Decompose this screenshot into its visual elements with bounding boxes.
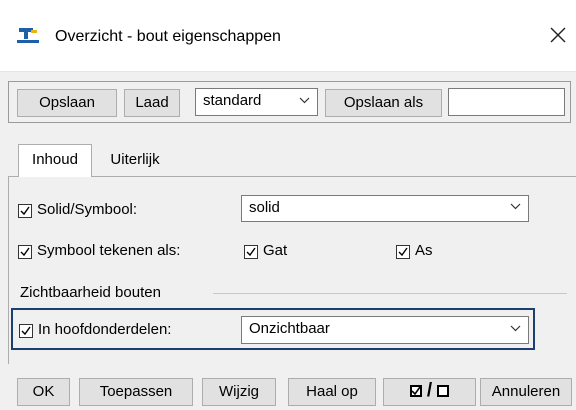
close-icon[interactable] — [546, 20, 572, 50]
tab-uiterlijk[interactable]: Uiterlijk — [94, 144, 176, 174]
save-as-button[interactable]: Opslaan als — [325, 89, 442, 117]
unchecked-box-icon — [437, 385, 450, 397]
get-button[interactable]: Haal op — [288, 378, 376, 406]
save-as-name-input[interactable] — [448, 88, 565, 116]
title-bar: Overzicht - bout eigenschappen — [0, 0, 576, 72]
preset-value: standard — [203, 92, 262, 109]
save-button[interactable]: Opslaan — [17, 89, 117, 117]
ok-button[interactable]: OK — [17, 378, 70, 406]
apply-button[interactable]: Toepassen — [79, 378, 193, 406]
symbool-tekenen-checkbox[interactable] — [18, 245, 32, 259]
solid-symbool-dropdown[interactable]: solid — [241, 195, 529, 222]
app-bolt-icon — [17, 27, 39, 45]
gat-label: Gat — [263, 242, 288, 259]
chevron-down-icon — [299, 91, 310, 108]
preset-dropdown[interactable]: standard — [195, 88, 318, 116]
toggle-all-checkboxes-button[interactable]: / — [383, 378, 476, 406]
hoofdonderdelen-label: In hoofdonderdelen: — [38, 321, 172, 338]
chevron-down-icon — [510, 319, 521, 336]
as-label: As — [415, 242, 433, 259]
solid-symbool-label: Solid/Symbool: — [37, 201, 138, 218]
as-checkbox[interactable] — [396, 245, 410, 259]
load-button[interactable]: Laad — [124, 89, 180, 117]
group-title: Zichtbaarheid bouten — [20, 284, 161, 301]
hoofdonderdelen-checkbox[interactable] — [19, 324, 33, 338]
checked-box-icon — [409, 385, 422, 397]
solid-symbool-checkbox[interactable] — [18, 204, 32, 218]
tab-inhoud[interactable]: Inhoud — [18, 144, 92, 177]
symbool-tekenen-label: Symbool tekenen als: — [37, 242, 181, 259]
hoofdonderdelen-dropdown[interactable]: Onzichtbaar — [241, 316, 529, 344]
cancel-button[interactable]: Annuleren — [480, 378, 572, 406]
window-title: Overzicht - bout eigenschappen — [55, 28, 281, 45]
gat-checkbox[interactable] — [244, 245, 258, 259]
chevron-down-icon — [510, 197, 521, 214]
toggle-separator: / — [426, 380, 433, 401]
group-divider — [213, 293, 567, 294]
hoofdonderdelen-value: Onzichtbaar — [249, 320, 330, 337]
modify-button[interactable]: Wijzig — [202, 378, 276, 406]
solid-symbool-value: solid — [249, 199, 280, 216]
